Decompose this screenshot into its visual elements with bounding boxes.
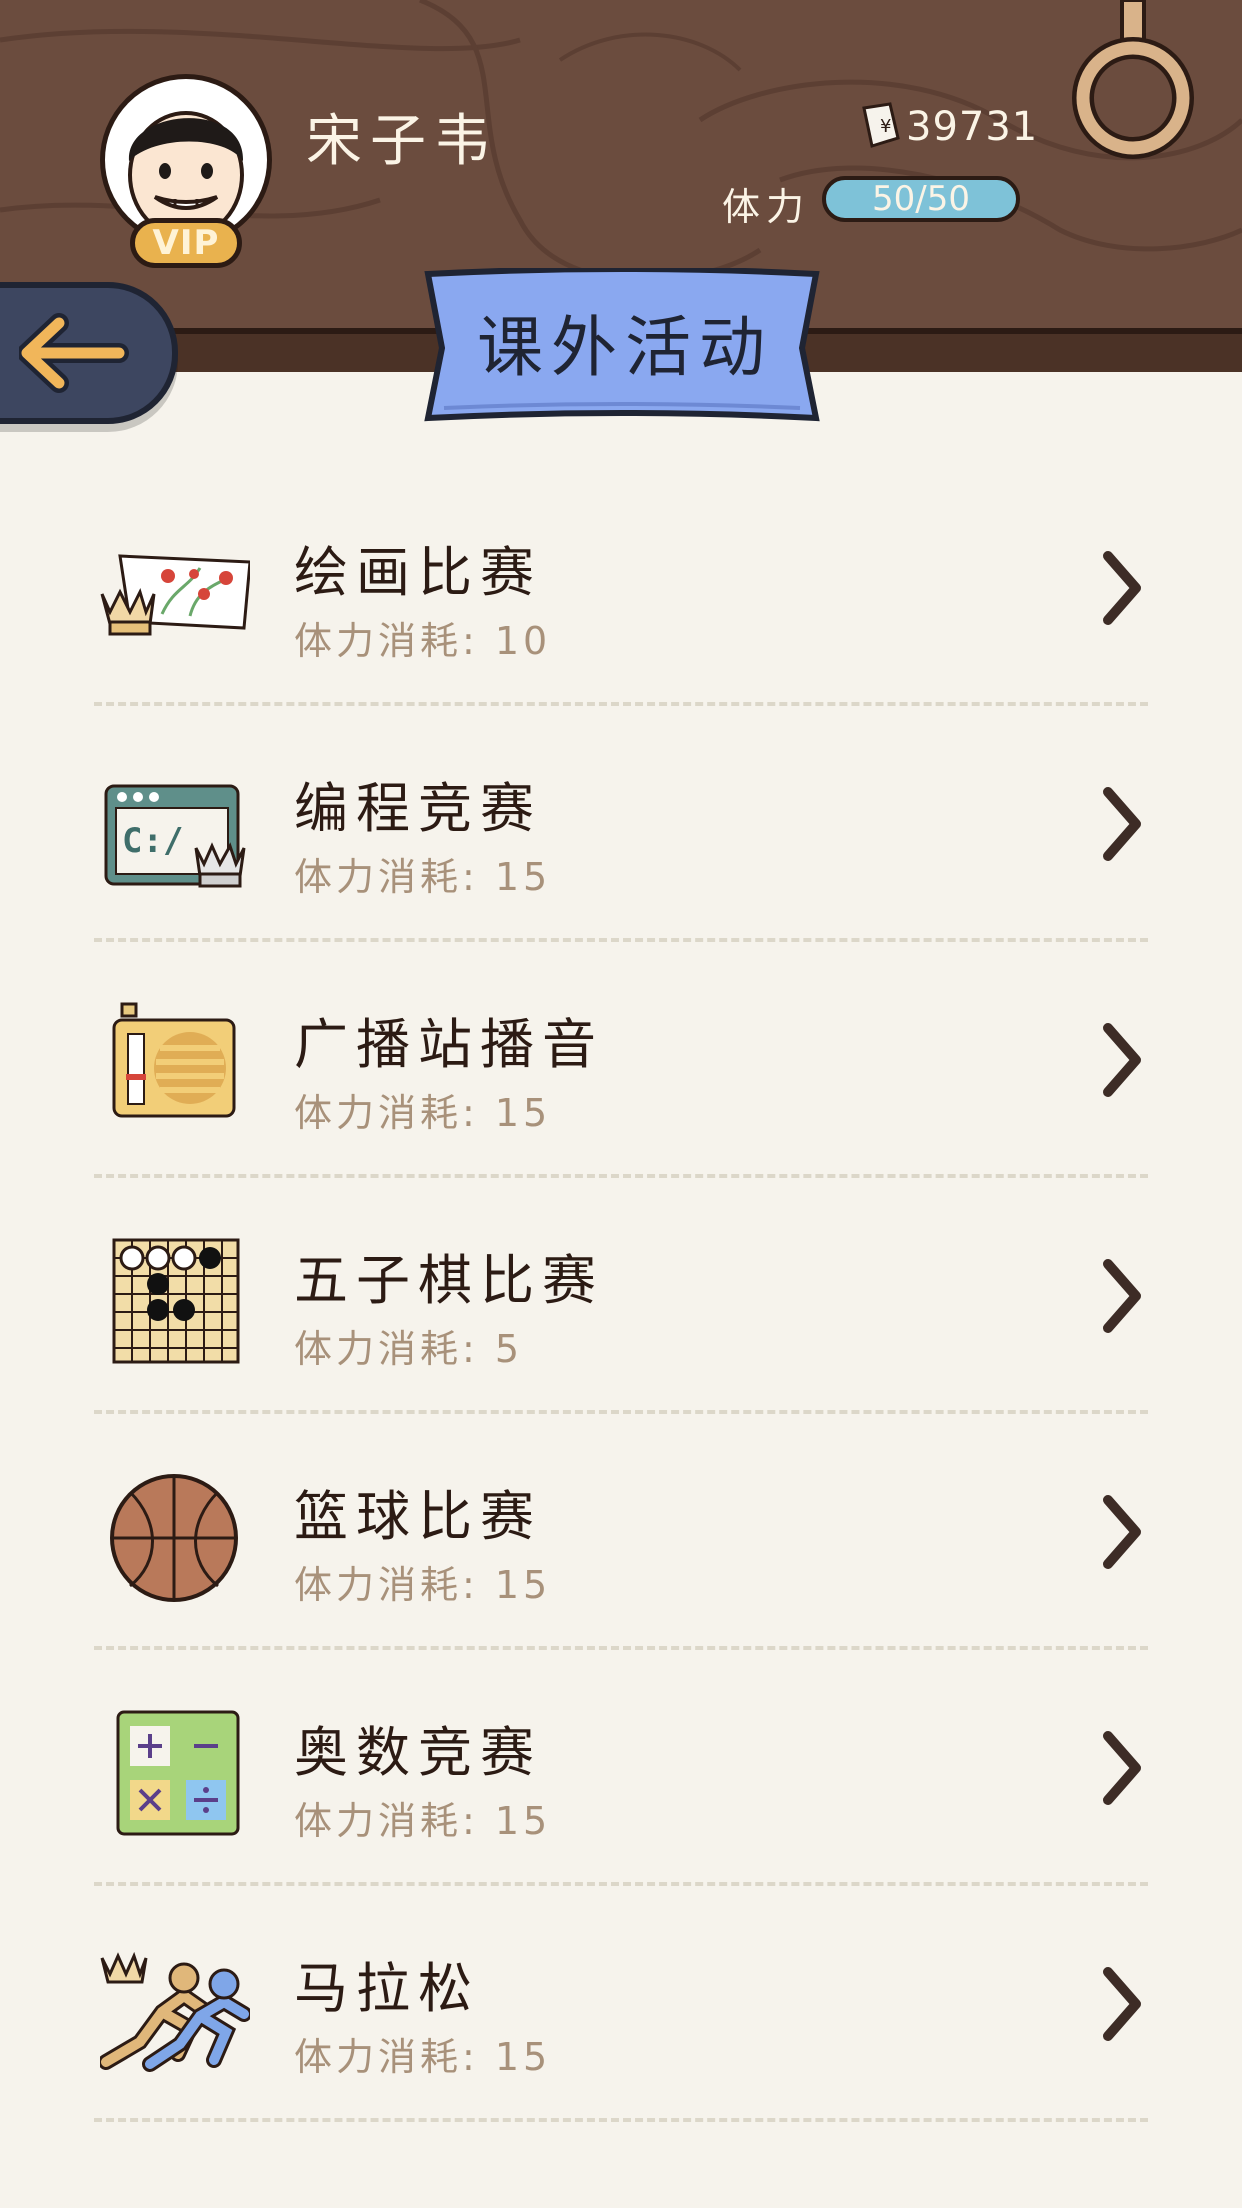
activity-name: 广播站播音 <box>294 1013 604 1076</box>
chevron-right-icon <box>1103 1731 1141 1805</box>
painting-icon <box>100 554 250 636</box>
activity-cost: 体力消耗: 15 <box>294 855 552 899</box>
back-arrow-icon <box>19 313 129 393</box>
list-item[interactable]: C:/ 编程竞赛 体力消耗: 15 <box>94 706 1148 942</box>
banknote-icon: ¥ <box>862 102 900 148</box>
svg-text:C:/: C:/ <box>122 821 183 861</box>
list-item[interactable]: 广播站播音 体力消耗: 15 <box>94 942 1148 1178</box>
activity-name: 编程竞赛 <box>294 777 542 840</box>
activity-cost: 体力消耗: 15 <box>294 2035 552 2079</box>
list-item[interactable]: 奥数竞赛 体力消耗: 15 <box>94 1650 1148 1886</box>
chevron-right-icon <box>1103 1495 1141 1569</box>
list-item[interactable]: 五子棋比赛 体力消耗: 5 <box>94 1178 1148 1414</box>
activity-name: 五子棋比赛 <box>294 1249 604 1312</box>
username: 宋子韦 <box>306 109 498 174</box>
activity-cost: 体力消耗: 5 <box>294 1327 524 1371</box>
page-title: 课外活动 <box>477 309 773 386</box>
svg-text:¥: ¥ <box>880 116 891 137</box>
activity-name: 马拉松 <box>294 1957 480 2020</box>
chevron-right-icon <box>1103 1967 1141 2041</box>
math-icon <box>116 1710 240 1836</box>
activity-cost: 体力消耗: 15 <box>294 1799 552 1843</box>
chevron-right-icon <box>1103 787 1141 861</box>
marathon-icon <box>100 1951 250 2072</box>
activity-list: 绘画比赛 体力消耗: 10 C:/ 编程竞赛 体力消耗: 15 广播站播音 体力… <box>94 470 1148 2122</box>
activity-cost: 体力消耗: 15 <box>294 1563 552 1607</box>
activity-cost: 体力消耗: 15 <box>294 1091 552 1135</box>
list-item[interactable]: 篮球比赛 体力消耗: 15 <box>94 1414 1148 1650</box>
gomoku-icon <box>112 1238 240 1364</box>
stamina-bar: 50/50 <box>822 176 1020 222</box>
money-amount: 39731 <box>906 104 1039 150</box>
list-item[interactable]: 马拉松 体力消耗: 15 <box>94 1886 1148 2122</box>
stamina-label: 体力 <box>722 185 811 229</box>
boy-face-icon <box>128 111 244 239</box>
chevron-right-icon <box>1103 1023 1141 1097</box>
activity-name: 奥数竞赛 <box>294 1721 542 1784</box>
activity-cost: 体力消耗: 10 <box>294 619 552 663</box>
radio-icon <box>112 1002 236 1118</box>
activity-name: 绘画比赛 <box>294 541 542 604</box>
pull-ring-icon[interactable] <box>1070 0 1200 164</box>
back-button[interactable] <box>0 282 178 424</box>
activity-name: 篮球比赛 <box>294 1485 542 1548</box>
chevron-right-icon <box>1103 1259 1141 1333</box>
chevron-right-icon <box>1103 551 1141 625</box>
vip-badge: VIP <box>130 218 242 268</box>
basketball-icon <box>110 1474 238 1602</box>
programming-icon: C:/ <box>104 784 246 888</box>
list-item[interactable]: 绘画比赛 体力消耗: 10 <box>94 470 1148 706</box>
